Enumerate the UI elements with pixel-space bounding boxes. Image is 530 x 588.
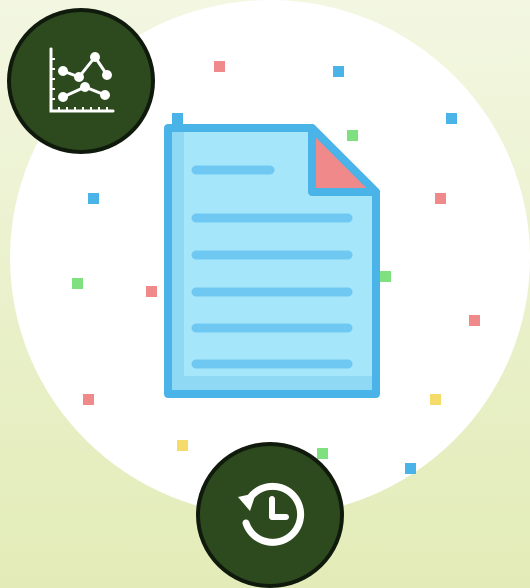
confetti-dot [435, 193, 446, 204]
chart-button[interactable] [7, 8, 155, 154]
confetti-dot [177, 440, 188, 451]
confetti-dot [88, 193, 99, 204]
confetti-dot [146, 286, 157, 297]
confetti-dot [380, 271, 391, 282]
line-chart-icon [49, 47, 115, 113]
confetti-dot [405, 463, 416, 474]
history-button[interactable] [196, 442, 344, 588]
confetti-dot [469, 315, 480, 326]
confetti-dot [333, 66, 344, 77]
confetti-dot [172, 113, 183, 124]
document-icon [164, 124, 380, 398]
confetti-dot [430, 394, 441, 405]
confetti-dot [317, 448, 328, 459]
confetti-dot [72, 278, 83, 289]
history-icon [238, 482, 305, 546]
confetti-dot [214, 61, 225, 72]
confetti-dot [446, 113, 457, 124]
confetti-dot [83, 394, 94, 405]
